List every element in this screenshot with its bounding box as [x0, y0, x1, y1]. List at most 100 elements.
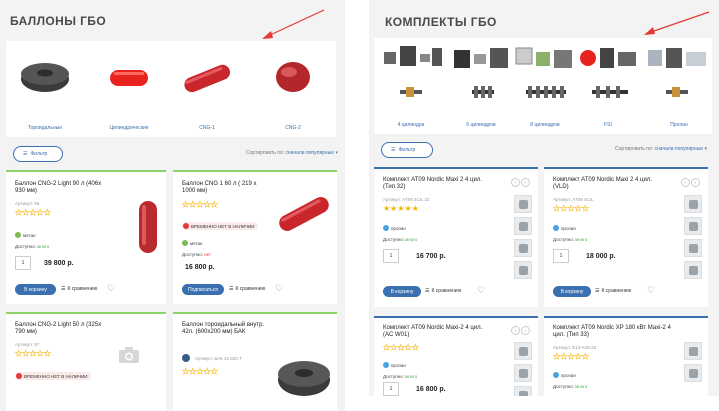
fuel-tag: метан — [15, 232, 35, 238]
product-title[interactable]: Баллон тороидальный внутр. 42л. (600х200… — [182, 322, 277, 336]
product-card: Баллон CNG-2 Light 90 л (406х 930 мм) Ар… — [6, 170, 166, 304]
injectors-image[interactable] — [398, 84, 424, 100]
add-to-cart-button[interactable]: В корзину — [15, 284, 56, 295]
gallery-thumbnails[interactable] — [514, 195, 532, 279]
right-screenshot-panel: КОМПЛЕКТЫ ГБО 4 цилиндра 6 цилиндров 8 ц… — [369, 0, 719, 396]
sort-control[interactable]: Сортировать по: сначала популярные ▾ — [246, 150, 338, 156]
compare-button[interactable]: ☰ К сравнению — [61, 286, 97, 292]
favorite-heart-icon[interactable]: ♡ — [107, 284, 115, 293]
product-article: Артикул: AT09 4CIL 32 — [383, 197, 430, 202]
quantity-stepper[interactable]: 1 — [383, 382, 399, 396]
category-strip: Тороидальные Цилиндрические CNG-1 CNG-2 — [6, 41, 336, 137]
product-title[interactable]: Комплект AT09 Nordic Maxi 2 4 цил. (Тип … — [383, 177, 483, 191]
product-price: 39 800 р. — [44, 260, 74, 267]
product-image[interactable] — [275, 342, 333, 406]
rating-stars: ★★★★★ — [553, 352, 589, 361]
filter-button[interactable]: ☰ Фильтр — [381, 142, 433, 158]
category-cylindrical[interactable]: Цилиндрические — [100, 125, 158, 131]
category-4-cyl[interactable]: 4 цилиндра — [382, 122, 440, 128]
chevron-down-icon: ▾ — [704, 146, 707, 152]
category-toroidal[interactable]: Тороидальные — [16, 125, 74, 131]
gallery-thumbnails[interactable] — [514, 342, 532, 396]
chevron-left-icon: ‹ — [681, 178, 690, 187]
chevron-down-icon: ▾ — [335, 150, 338, 156]
product-article: Артикул: 97 — [15, 342, 40, 347]
product-title[interactable]: Баллон CNG-2 Light 90 л (406х 930 мм) — [15, 181, 103, 195]
gallery-arrows[interactable]: ‹ › — [511, 326, 530, 335]
category-cng1[interactable]: CNG-1 — [178, 125, 236, 131]
compare-icon: ☰ — [229, 286, 234, 292]
favorite-heart-icon[interactable]: ♡ — [275, 284, 283, 293]
injectors-image[interactable] — [470, 84, 496, 100]
chevron-left-icon: ‹ — [511, 326, 520, 335]
filter-icon: ☰ — [391, 147, 396, 153]
subscribe-button[interactable]: Подписаться — [182, 284, 224, 295]
kit-4cyl-image[interactable] — [382, 44, 444, 74]
out-of-stock-badge: ВРЕМЕННО НЕТ В НАЛИЧИИ — [182, 222, 258, 230]
product-card: Комплект AT09 Nordic XP 180 кВт Maxi-2 4… — [544, 316, 708, 396]
product-card: Баллон CNG 1 60 л ( 219 х 1000 мм) ★★★★★… — [173, 170, 337, 304]
cylindrical-cylinder-image[interactable] — [106, 63, 152, 93]
category-fsi[interactable]: FSI — [584, 122, 632, 128]
filter-button[interactable]: ☰ Фильтр — [13, 146, 63, 162]
category-propane[interactable]: Пропан — [650, 122, 708, 128]
gallery-thumbnails[interactable] — [684, 342, 702, 382]
compare-button[interactable]: ☰ К сравнению — [595, 288, 631, 294]
product-title[interactable]: Баллон CNG-2 Light 50 л (325х 790 мм) — [15, 322, 103, 336]
favorite-heart-icon[interactable]: ♡ — [647, 286, 655, 295]
chevron-left-icon: ‹ — [511, 178, 520, 187]
add-to-cart-button[interactable]: В корзину — [553, 286, 591, 297]
availability: Доступно: много — [553, 237, 588, 242]
rating-stars: ★★★★★ — [15, 208, 51, 217]
product-title[interactable]: Комплект AT09 Nordic Maxi 2 4 цил. (VLD) — [553, 177, 653, 191]
quantity-stepper[interactable]: 1 — [553, 249, 569, 263]
kit-propane-image[interactable] — [646, 44, 708, 74]
rating-stars: ★★★★★ — [182, 200, 218, 209]
chevron-right-icon: › — [521, 178, 530, 187]
rating-stars: ★★★★★ — [383, 204, 419, 213]
injectors-image[interactable] — [664, 84, 690, 100]
sort-control[interactable]: Сортировать по: сначала популярные ▾ — [615, 146, 707, 152]
category-6-cyl[interactable]: 6 цилиндров — [452, 122, 510, 128]
cng1-cylinder-image[interactable] — [180, 61, 234, 95]
product-article: Артикул: E13-A36-33 — [553, 345, 597, 350]
add-to-cart-button[interactable]: В корзину — [383, 286, 421, 297]
injectors-image[interactable] — [524, 84, 568, 100]
compare-button[interactable]: ☰ К сравнению — [425, 288, 461, 294]
rating-stars: ★★★★★ — [553, 204, 589, 213]
fuel-tag: пропан — [553, 225, 576, 231]
kit-6cyl-image[interactable] — [452, 44, 510, 74]
cng2-cylinder-image[interactable] — [271, 59, 315, 95]
injectors-image[interactable] — [590, 84, 630, 100]
category-cng2[interactable]: CNG-2 — [264, 125, 322, 131]
kit-8cyl-image[interactable] — [514, 44, 574, 74]
product-article: Артикул: AT09 4CIL — [553, 197, 594, 202]
category-strip: 4 цилиндра 6 цилиндров 8 цилиндров FSI П… — [374, 38, 712, 134]
toroidal-cylinder-image[interactable] — [18, 59, 72, 95]
product-card: Баллон CNG-2 Light 50 л (325х 790 мм) Ар… — [6, 312, 166, 411]
compare-icon: ☰ — [595, 288, 600, 294]
gallery-arrows[interactable]: ‹ › — [511, 178, 530, 187]
availability: Доступно: много — [383, 374, 418, 379]
product-card: Комплект AT09 Nordic Maxi 2 4 цил. (Тип … — [374, 167, 538, 307]
quantity-stepper[interactable]: 1 — [15, 256, 31, 270]
product-title[interactable]: Баллон CNG 1 60 л ( 219 х 1000 мм) — [182, 181, 268, 195]
rating-stars: ★★★★★ — [383, 343, 419, 352]
favorite-heart-icon[interactable]: ♡ — [477, 286, 485, 295]
product-article: Артикул: БАК 42.600.Т — [195, 356, 242, 361]
product-title[interactable]: Комплект AT09 Nordic XP 180 кВт Maxi-2 4… — [553, 325, 671, 339]
category-8-cyl[interactable]: 8 цилиндров — [516, 122, 574, 128]
quantity-stepper[interactable]: 1 — [383, 249, 399, 263]
kit-fsi-image[interactable] — [578, 44, 638, 74]
fuel-tag: метан — [182, 240, 202, 246]
availability: Доступно: нет — [182, 252, 212, 257]
compare-button[interactable]: ☰ К сравнению — [229, 286, 265, 292]
fuel-tag: пропан — [383, 225, 406, 231]
product-image[interactable] — [273, 186, 335, 242]
gallery-thumbnails[interactable] — [684, 195, 702, 279]
gallery-arrows[interactable]: ‹ › — [681, 178, 700, 187]
product-title[interactable]: Комплект AT09 Nordic Maxi-2 4 цил. (AC W… — [383, 325, 483, 339]
out-of-stock-badge: ВРЕМЕННО НЕТ В НАЛИЧИИ — [15, 372, 91, 380]
annotation-arrow — [262, 9, 325, 39]
product-image[interactable] — [130, 197, 164, 255]
